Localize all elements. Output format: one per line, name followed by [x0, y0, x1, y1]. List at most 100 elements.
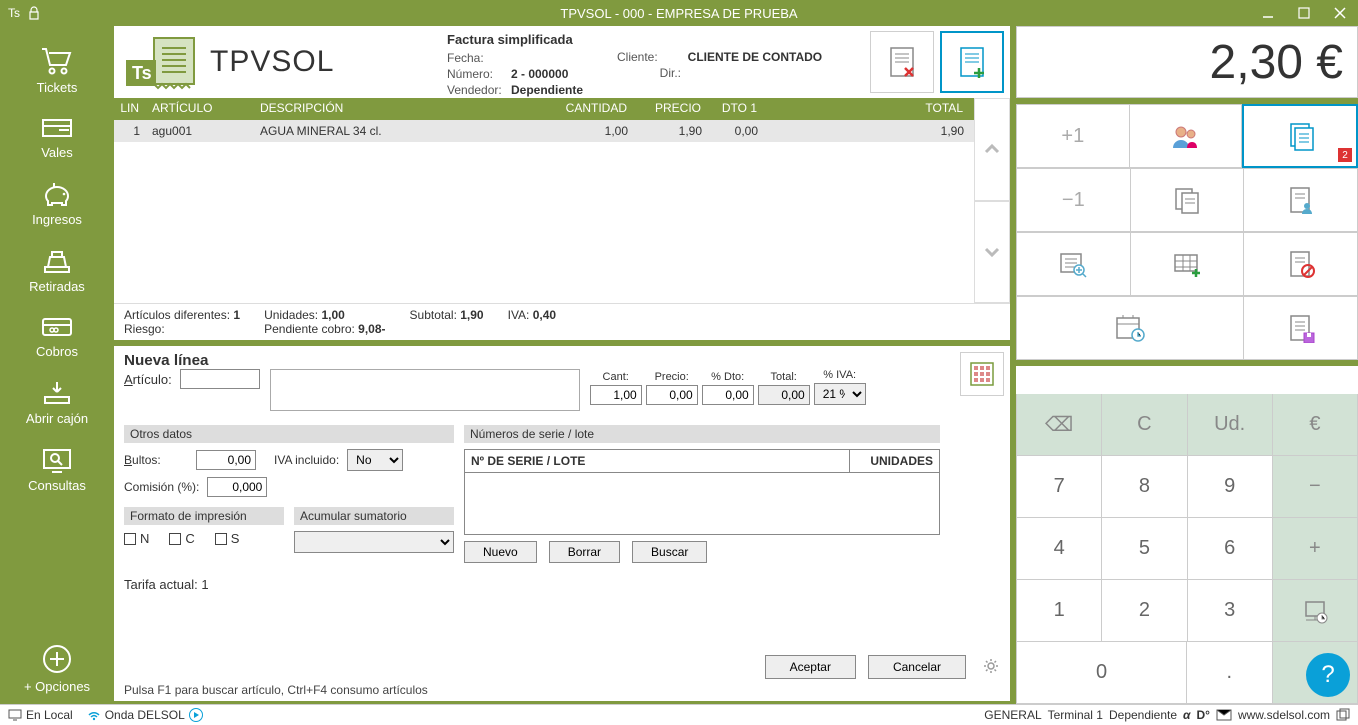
key-1[interactable]: 1 [1016, 580, 1102, 642]
summary-pend-label: Pendiente cobro: [264, 322, 355, 336]
copy-doc-button[interactable] [1131, 168, 1245, 232]
play-icon[interactable] [189, 708, 203, 722]
unit-key[interactable]: Ud. [1188, 394, 1273, 456]
sidebar-label: + Opciones [24, 679, 90, 694]
sidebar-item-cobros[interactable]: Cobros [0, 306, 114, 369]
articulo-input[interactable] [180, 369, 260, 389]
table-row[interactable]: 1 agu001 AGUA MINERAL 34 cl. 1,00 1,90 0… [114, 120, 974, 142]
col-articulo: ARTÍCULO [146, 98, 254, 120]
chk-s[interactable]: S [215, 531, 240, 546]
precio-input[interactable] [646, 385, 698, 405]
sidebar-label: Retiradas [29, 279, 85, 294]
total-display: 2,30 € [1016, 26, 1358, 98]
sidebar: Tickets Vales Ingresos Retiradas Cobros … [0, 26, 114, 704]
backspace-key[interactable]: ⌫ [1016, 394, 1102, 456]
window-title: TPVSOL - 000 - EMPRESA DE PRUEBA [0, 6, 1358, 21]
key-0[interactable]: 0 [1016, 642, 1187, 704]
minus-one-button[interactable]: −1 [1016, 168, 1131, 232]
customers-button[interactable] [1130, 104, 1243, 168]
new-line-title: Nueva línea [124, 352, 1000, 369]
summary-pend-val: 9,08- [358, 322, 385, 336]
doc-user-button[interactable] [1244, 168, 1358, 232]
key-6[interactable]: 6 [1188, 518, 1273, 580]
acum-select[interactable] [294, 531, 454, 553]
status-onda[interactable]: Onda DELSOL [87, 708, 203, 722]
scroll-up-button[interactable] [974, 98, 1010, 201]
key-8[interactable]: 8 [1102, 456, 1187, 518]
scroll-down-button[interactable] [974, 201, 1010, 304]
iva-pct-select[interactable]: 21 % [814, 383, 866, 405]
clear-key[interactable]: C [1102, 394, 1187, 456]
sidebar-item-retiradas[interactable]: Retiradas [0, 239, 114, 304]
cell-art: agu001 [146, 122, 254, 140]
status-dep: Dependiente [1109, 708, 1177, 722]
status-alpha-icon[interactable]: α [1183, 708, 1190, 722]
buscar-button[interactable]: Buscar [632, 541, 707, 563]
key-dot[interactable]: . [1187, 642, 1273, 704]
help-fab[interactable]: ? [1306, 653, 1350, 697]
sidebar-item-vales[interactable]: Vales [0, 107, 114, 170]
sidebar-item-tickets[interactable]: Tickets [0, 38, 114, 105]
search-list-button[interactable] [1016, 232, 1131, 296]
comision-input[interactable] [207, 477, 267, 497]
card-icon [40, 314, 74, 340]
save-doc-button[interactable] [1244, 296, 1358, 360]
iva-pct-label: % IVA: [823, 369, 856, 381]
new-line-panel: Nueva línea Artículo: [114, 346, 1010, 701]
receipt-logo-icon: Ts [122, 32, 204, 92]
cancelar-button[interactable]: Cancelar [868, 655, 966, 679]
sidebar-item-consultas[interactable]: Consultas [0, 438, 114, 503]
status-url[interactable]: www.sdelsol.com [1238, 708, 1330, 722]
key-7[interactable]: 7 [1016, 456, 1102, 518]
close-button[interactable] [1322, 0, 1358, 26]
fecha-label: Fecha: [447, 51, 511, 65]
dto-input[interactable] [702, 385, 754, 405]
sidebar-item-ingresos[interactable]: Ingresos [0, 172, 114, 237]
numero-value: 2 - 000000 [511, 67, 568, 81]
add-table-button[interactable] [1131, 232, 1245, 296]
chk-c[interactable]: C [169, 531, 194, 546]
aceptar-button[interactable]: Aceptar [765, 655, 856, 679]
vendedor-label: Vendedor: [447, 83, 511, 97]
scale-key[interactable] [1273, 580, 1358, 642]
lote-empty[interactable] [465, 473, 940, 535]
nuevo-button[interactable]: Nuevo [464, 541, 537, 563]
windows-icon[interactable] [1336, 708, 1350, 722]
lote-heading: Números de serie / lote [464, 425, 940, 443]
doc-user-icon [1286, 185, 1316, 215]
key-9[interactable]: 9 [1188, 456, 1273, 518]
comision-label: Comisión (%): [124, 480, 199, 494]
plus-one-button[interactable]: +1 [1016, 104, 1130, 168]
key-4[interactable]: 4 [1016, 518, 1102, 580]
maximize-button[interactable] [1286, 0, 1322, 26]
scale-icon [1302, 598, 1328, 624]
sidebar-label: Cobros [36, 344, 78, 359]
hint-text: Pulsa F1 para buscar artículo, Ctrl+F4 c… [124, 683, 1000, 697]
col-lin: LIN [114, 98, 146, 120]
status-d-icon[interactable]: D° [1197, 708, 1210, 722]
chk-n[interactable]: N [124, 531, 149, 546]
delete-ticket-button[interactable] [870, 31, 934, 93]
borrar-button[interactable]: Borrar [549, 541, 620, 563]
descripcion-textarea[interactable] [270, 369, 580, 411]
bultos-input[interactable] [196, 450, 256, 470]
minus-key[interactable]: − [1273, 456, 1358, 518]
mail-icon[interactable] [1216, 709, 1232, 721]
key-2[interactable]: 2 [1102, 580, 1187, 642]
key-5[interactable]: 5 [1102, 518, 1187, 580]
settings-icon[interactable] [982, 657, 1000, 678]
new-ticket-button[interactable] [940, 31, 1004, 93]
euro-key[interactable]: € [1273, 394, 1358, 456]
iva-incl-select[interactable]: No [347, 449, 403, 471]
sidebar-item-abrir-cajon[interactable]: Abrir cajón [0, 371, 114, 436]
documents-button[interactable]: 2 [1242, 104, 1358, 168]
quick-grid-button[interactable] [960, 352, 1004, 396]
minimize-button[interactable] [1250, 0, 1286, 26]
sidebar-item-opciones[interactable]: + Opciones [0, 635, 114, 704]
col-cantidad: CANTIDAD [556, 98, 634, 120]
schedule-button[interactable] [1016, 296, 1244, 360]
cancel-doc-button[interactable] [1244, 232, 1358, 296]
plus-key[interactable]: + [1273, 518, 1358, 580]
cant-input[interactable] [590, 385, 642, 405]
key-3[interactable]: 3 [1188, 580, 1273, 642]
